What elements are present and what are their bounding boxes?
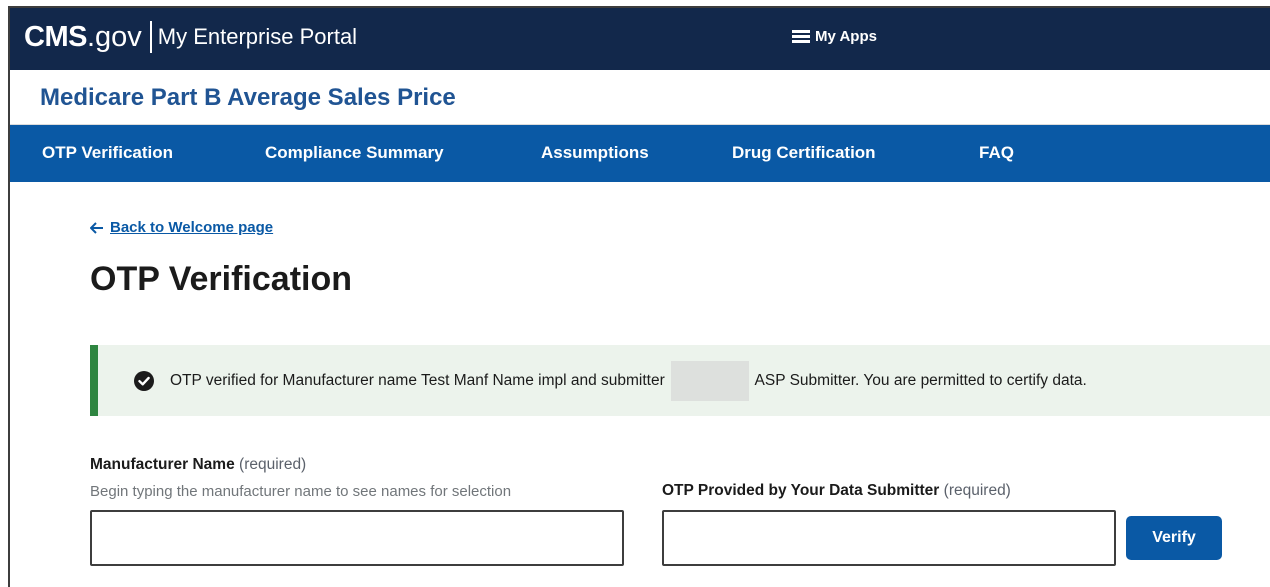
alert-message: OTP verified for Manufacturer name Test … (170, 360, 1087, 401)
arrow-left-icon (90, 221, 103, 234)
otp-input[interactable] (662, 510, 1116, 566)
manufacturer-label-text: Manufacturer Name (90, 456, 235, 473)
cms-logo[interactable]: CMS .gov My Enterprise Portal (24, 19, 357, 55)
manufacturer-name-label: Manufacturer Name (required) (90, 456, 306, 474)
manufacturer-hint: Begin typing the manufacturer name to se… (90, 483, 512, 500)
brand-cms: CMS (24, 20, 87, 53)
browser-frame: CMS .gov My Enterprise Portal My Apps Med… (8, 6, 1270, 587)
back-to-welcome-link[interactable]: Back to Welcome page (90, 219, 273, 236)
app-title[interactable]: Medicare Part B Average Sales Price (40, 84, 456, 112)
otp-label-text: OTP Provided by Your Data Submitter (662, 482, 940, 499)
back-link-label: Back to Welcome page (110, 219, 274, 236)
app-bar: Medicare Part B Average Sales Price (10, 70, 1270, 125)
nav-compliance-summary[interactable]: Compliance Summary (265, 143, 444, 163)
page-title: OTP Verification (90, 260, 353, 298)
nav-faq[interactable]: FAQ (979, 143, 1014, 163)
verify-button[interactable]: Verify (1126, 516, 1222, 560)
check-circle-icon (134, 370, 154, 391)
success-alert: OTP verified for Manufacturer name Test … (90, 345, 1270, 416)
brand-divider (149, 21, 152, 53)
nav-otp-verification[interactable]: OTP Verification (42, 143, 173, 163)
my-apps-button[interactable]: My Apps (792, 28, 877, 45)
portal-header: CMS .gov My Enterprise Portal My Apps (10, 8, 1270, 70)
my-apps-label: My Apps (815, 28, 877, 45)
otp-label: OTP Provided by Your Data Submitter (req… (662, 482, 1011, 500)
otp-required: (required) (943, 482, 1011, 499)
nav-drug-certification[interactable]: Drug Certification (732, 143, 876, 163)
manufacturer-name-input[interactable] (90, 510, 624, 566)
redacted-submitter (671, 360, 750, 401)
list-icon (792, 30, 810, 43)
manufacturer-required: (required) (239, 456, 307, 473)
main-nav: OTP Verification Compliance Summary Assu… (10, 125, 1270, 182)
portal-name: My Enterprise Portal (157, 24, 358, 49)
alert-text-after: ASP Submitter. You are permitted to cert… (754, 371, 1087, 389)
alert-text-before: OTP verified for Manufacturer name Test … (170, 371, 665, 389)
nav-assumptions[interactable]: Assumptions (541, 143, 649, 163)
brand-gov: .gov (86, 20, 142, 53)
